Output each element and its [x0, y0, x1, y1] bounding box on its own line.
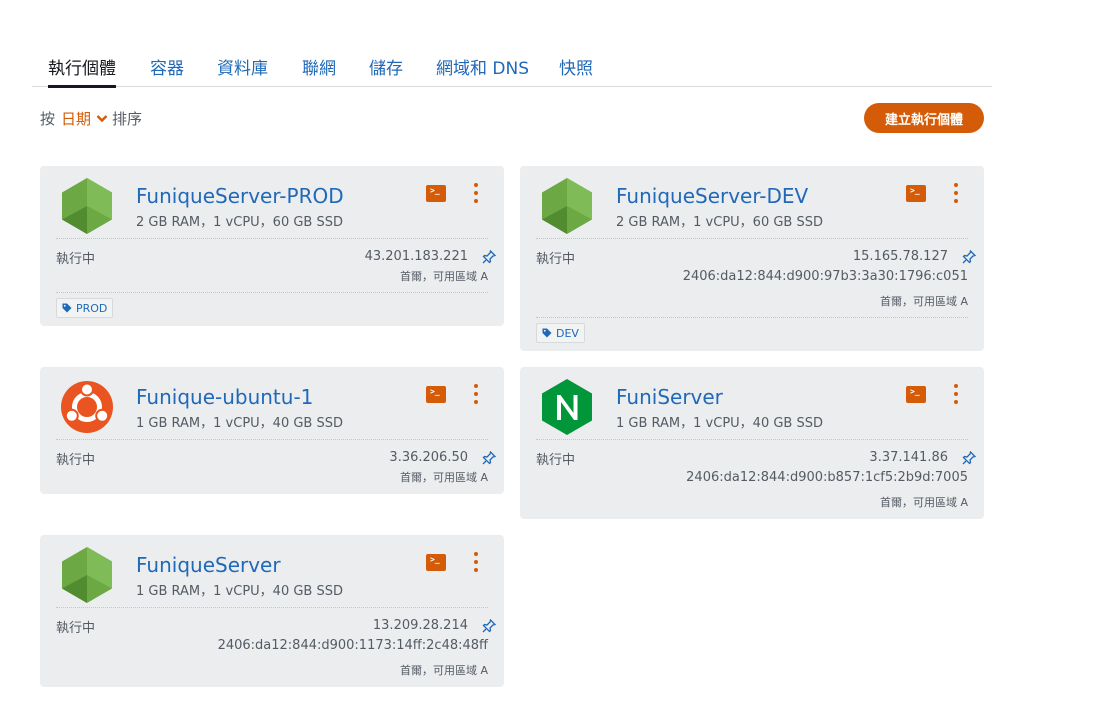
ubuntu-icon: [61, 381, 113, 433]
service-tabs: 執行個體 容器 資料庫 聯網 儲存 網域和 DNS 快照: [32, 0, 992, 88]
terminal-icon[interactable]: >_: [426, 554, 446, 571]
divider: [56, 238, 488, 239]
divider: [536, 317, 968, 318]
sort-suffix: 排序: [112, 110, 143, 128]
more-options-icon[interactable]: [950, 183, 962, 205]
more-options-icon[interactable]: [950, 384, 962, 406]
instance-name[interactable]: FuniqueServer-PROD: [136, 184, 344, 208]
divider: [56, 439, 488, 440]
divider: [56, 607, 488, 608]
instance-specs: 1 GB RAM，1 vCPU，40 GB SSD: [616, 416, 823, 431]
instance-card: FuniqueServer 1 GB RAM，1 vCPU，40 GB SSD …: [40, 535, 504, 687]
public-ip: 3.36.206.50: [389, 450, 468, 465]
create-instance-button[interactable]: 建立執行個體: [864, 103, 984, 133]
public-ip: 15.165.78.127: [852, 249, 948, 264]
nodejs-icon: [542, 178, 592, 234]
instance-card: FuniqueServer-PROD 2 GB RAM，1 vCPU，60 GB…: [40, 166, 504, 326]
more-options-icon[interactable]: [470, 183, 482, 205]
terminal-icon[interactable]: >_: [906, 386, 926, 403]
instance-status: 執行中: [536, 453, 576, 468]
instance-status: 執行中: [56, 453, 96, 468]
instance-specs: 2 GB RAM，1 vCPU，60 GB SSD: [616, 215, 823, 230]
tab-storage[interactable]: 儲存: [369, 54, 403, 79]
public-ip: 13.209.28.214: [372, 618, 468, 633]
ipv6-address: 2406:da12:844:d900:b857:1cf5:2b9d:7005: [686, 470, 968, 485]
pin-icon[interactable]: [482, 619, 496, 633]
availability-zone: 首爾，可用區域 A: [399, 664, 488, 677]
tag-icon: [542, 328, 552, 338]
instance-name[interactable]: FuniqueServer-DEV: [616, 184, 808, 208]
tab-snapshots[interactable]: 快照: [559, 54, 593, 79]
ipv6-address: 2406:da12:844:d900:97b3:3a30:1796:c051: [682, 269, 968, 284]
sort-bar: 按 日期 排序: [40, 108, 142, 129]
tab-networking[interactable]: 聯網: [302, 54, 336, 79]
instance-name[interactable]: FuniqueServer: [136, 553, 281, 577]
tab-containers[interactable]: 容器: [150, 54, 184, 79]
availability-zone: 首爾，可用區域 A: [399, 471, 488, 484]
tag-label: PROD: [76, 301, 108, 315]
instance-card: Funique-ubuntu-1 1 GB RAM，1 vCPU，40 GB S…: [40, 367, 504, 494]
tag-icon: [62, 303, 72, 313]
instance-card: FuniServer 1 GB RAM，1 vCPU，40 GB SSD >_ …: [520, 367, 984, 519]
public-ip: 43.201.183.221: [364, 249, 468, 264]
terminal-icon[interactable]: >_: [906, 185, 926, 202]
more-options-icon[interactable]: [470, 552, 482, 574]
availability-zone: 首爾，可用區域 A: [879, 295, 968, 308]
instance-specs: 2 GB RAM，1 vCPU，60 GB SSD: [136, 215, 343, 230]
instance-name[interactable]: Funique-ubuntu-1: [136, 385, 313, 409]
terminal-icon[interactable]: >_: [426, 386, 446, 403]
divider: [536, 439, 968, 440]
nodejs-icon: [62, 178, 112, 234]
chevron-down-icon: [96, 115, 108, 123]
nginx-icon: [542, 379, 592, 435]
terminal-icon[interactable]: >_: [426, 185, 446, 202]
tag-badge[interactable]: PROD: [56, 298, 114, 318]
instance-status: 執行中: [56, 252, 96, 267]
divider: [536, 238, 968, 239]
tag-label: DEV: [556, 326, 579, 340]
pin-icon[interactable]: [482, 250, 496, 264]
tab-databases[interactable]: 資料庫: [217, 54, 268, 79]
availability-zone: 首爾，可用區域 A: [399, 270, 488, 283]
pin-icon[interactable]: [482, 451, 496, 465]
instance-name[interactable]: FuniServer: [616, 385, 723, 409]
instance-specs: 1 GB RAM，1 vCPU，40 GB SSD: [136, 416, 343, 431]
sort-prefix: 按: [40, 110, 56, 128]
nodejs-icon: [62, 547, 112, 603]
pin-icon[interactable]: [962, 451, 976, 465]
availability-zone: 首爾，可用區域 A: [879, 496, 968, 509]
instance-status: 執行中: [536, 252, 576, 267]
tag-badge[interactable]: DEV: [536, 323, 585, 343]
instance-status: 執行中: [56, 621, 96, 636]
tab-domains-dns[interactable]: 網域和 DNS: [436, 54, 529, 79]
more-options-icon[interactable]: [470, 384, 482, 406]
divider: [56, 292, 488, 293]
ipv6-address: 2406:da12:844:d900:1173:14ff:2c48:48ff: [217, 638, 488, 653]
instance-card: FuniqueServer-DEV 2 GB RAM，1 vCPU，60 GB …: [520, 166, 984, 351]
instance-specs: 1 GB RAM，1 vCPU，40 GB SSD: [136, 584, 343, 599]
pin-icon[interactable]: [962, 250, 976, 264]
tab-instances[interactable]: 執行個體: [48, 54, 116, 88]
public-ip: 3.37.141.86: [869, 450, 948, 465]
sort-dropdown[interactable]: 日期: [61, 108, 108, 129]
sort-value: 日期: [61, 110, 92, 128]
